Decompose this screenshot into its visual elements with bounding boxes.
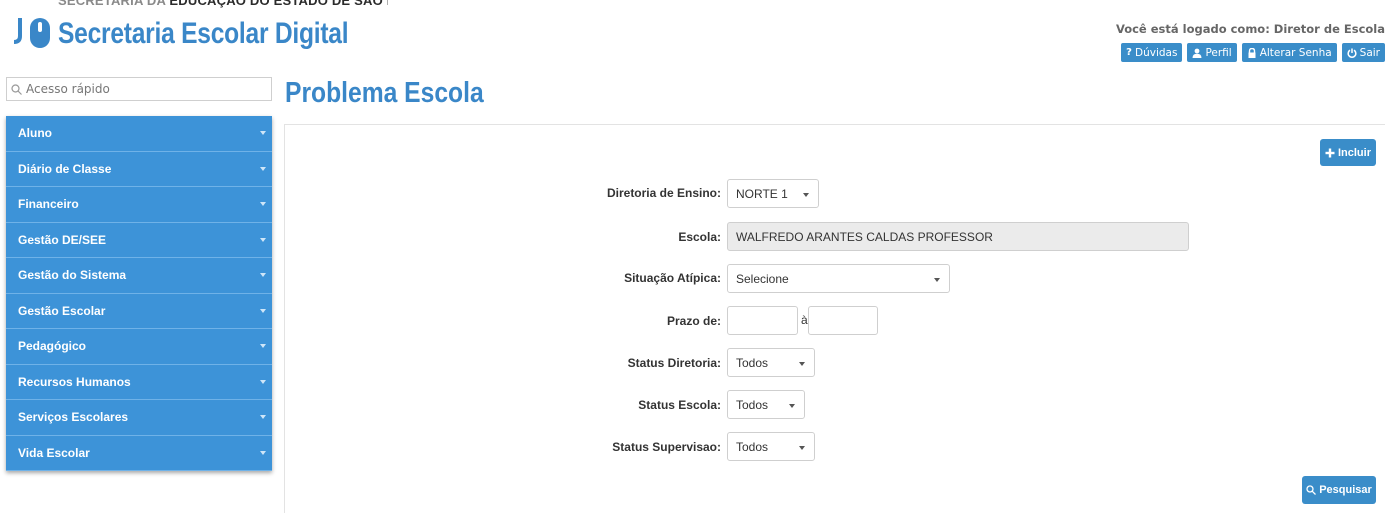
quick-access-search (6, 77, 272, 101)
diretoria-select-value: NORTE 1 (736, 186, 788, 201)
logo-supertitle: SECRETARIA DA EDUCAÇÃO DO ESTADO DE SÃO … (58, 0, 388, 8)
sidebar-item-gestao-de-see[interactable]: Gestão DE/SEE (6, 222, 272, 258)
sidebar-item-vida-escolar[interactable]: Vida Escolar (6, 435, 272, 471)
prazo-to-input[interactable] (808, 306, 878, 335)
sidebar-item-label: Vida Escolar (18, 445, 90, 460)
caret-down-icon (260, 308, 266, 313)
dropdown-arrow-icon (799, 362, 805, 366)
sidebar-item-label: Pedagógico (18, 339, 87, 354)
caret-down-icon (260, 237, 266, 242)
app-title: Secretaria Escolar Digital (58, 17, 349, 50)
profile-button[interactable]: Perfil (1187, 43, 1237, 62)
sidebar-item-recursos-humanos[interactable]: Recursos Humanos (6, 364, 272, 400)
sidebar-item-label: Gestão do Sistema (18, 268, 127, 283)
prazo-from-input[interactable] (727, 306, 798, 335)
include-button-label: Incluir (1337, 146, 1371, 159)
status-supervisao-label: Status Supervisao: (612, 440, 721, 454)
logout-button-label: Sair (1359, 46, 1380, 59)
sidebar-item-label: Gestão DE/SEE (18, 232, 107, 247)
change-password-button-label: Alterar Senha (1259, 46, 1332, 59)
sidebar-item-label: Serviços Escolares (18, 410, 129, 425)
status-diretoria-label: Status Diretoria: (627, 356, 721, 370)
caret-down-icon (260, 450, 266, 455)
sidebar-item-diario-de-classe[interactable]: Diário de Classe (6, 151, 272, 187)
sidebar-item-financeiro[interactable]: Financeiro (6, 187, 272, 223)
status-escola-label: Status Escola: (638, 398, 721, 412)
status-escola-select-value: Todos (736, 397, 769, 412)
situacao-atipica-label: Situação Atípica: (624, 271, 721, 285)
sidebar-item-label: Gestão Escolar (18, 303, 106, 318)
search-button[interactable]: Pesquisar (1302, 476, 1376, 504)
prazo-label: Prazo de: (666, 314, 721, 328)
diretoria-label: Diretoria de Ensino: (606, 186, 721, 200)
caret-down-icon (260, 379, 266, 384)
sidebar-menu: Aluno Diário de Classe Financeiro Gestão… (6, 116, 272, 471)
caret-down-icon (260, 415, 266, 419)
lock-icon (1248, 47, 1256, 58)
logout-button[interactable]: Sair (1341, 43, 1385, 62)
sidebar-item-label: Diário de Classe (18, 161, 112, 176)
sidebar-item-label: Recursos Humanos (18, 374, 131, 389)
dropdown-arrow-icon (799, 446, 805, 450)
prazo-separator: à (801, 313, 808, 327)
caret-down-icon (260, 166, 266, 171)
caret-down-icon (260, 202, 266, 206)
sidebar-item-gestao-do-sistema[interactable]: Gestão do Sistema (6, 258, 272, 294)
caret-down-icon (260, 273, 266, 277)
header-actions: ? Dúvidas Perfil Alterar Senha Sair (1121, 43, 1385, 62)
search-button-label: Pesquisar (1319, 484, 1372, 496)
help-button-label: Dúvidas (1134, 46, 1178, 59)
logged-user-text: Você está logado como: Diretor de Escola (1115, 22, 1385, 36)
sidebar-item-servicos-escolares[interactable]: Serviços Escolares (6, 400, 272, 436)
logo-mark-icon (13, 18, 50, 48)
include-button[interactable]: Incluir (1320, 139, 1376, 166)
power-icon (1347, 48, 1357, 58)
status-supervisao-select-value: Todos (736, 439, 769, 454)
dropdown-arrow-icon (934, 278, 940, 282)
question-icon: ? (1126, 47, 1132, 58)
status-supervisao-select[interactable]: Todos (727, 432, 815, 461)
user-icon (1192, 48, 1202, 58)
page-title: Problema Escola (285, 77, 484, 109)
plus-icon (1325, 148, 1335, 157)
diretoria-select[interactable]: NORTE 1 (727, 179, 819, 208)
caret-down-icon (260, 344, 266, 348)
status-diretoria-select[interactable]: Todos (727, 348, 815, 377)
quick-access-input[interactable] (26, 82, 256, 96)
sidebar-item-gestao-escolar[interactable]: Gestão Escolar (6, 293, 272, 329)
app-logo[interactable]: SECRETARIA DA EDUCAÇÃO DO ESTADO DE SÃO … (8, 0, 388, 62)
escola-field: WALFREDO ARANTES CALDAS PROFESSOR (727, 222, 1189, 251)
status-diretoria-select-value: Todos (736, 355, 769, 370)
sidebar-item-label: Aluno (18, 126, 52, 141)
dropdown-arrow-icon (789, 404, 795, 408)
situacao-atipica-select-value: Selecione (736, 271, 789, 286)
situacao-atipica-select[interactable]: Selecione (727, 264, 950, 293)
escola-label: Escola: (678, 230, 721, 244)
dropdown-arrow-icon (803, 193, 809, 197)
search-icon (1306, 485, 1317, 495)
search-icon (11, 83, 22, 95)
escola-field-value: WALFREDO ARANTES CALDAS PROFESSOR (736, 229, 993, 244)
status-escola-select[interactable]: Todos (727, 390, 805, 419)
help-button[interactable]: ? Dúvidas (1121, 43, 1183, 62)
change-password-button[interactable]: Alterar Senha (1241, 43, 1337, 62)
sidebar-item-aluno[interactable]: Aluno (6, 116, 272, 152)
sidebar-item-pedagogico[interactable]: Pedagógico (6, 329, 272, 365)
profile-button-label: Perfil (1205, 46, 1232, 59)
caret-down-icon (260, 131, 266, 135)
sidebar-item-label: Financeiro (18, 197, 79, 212)
